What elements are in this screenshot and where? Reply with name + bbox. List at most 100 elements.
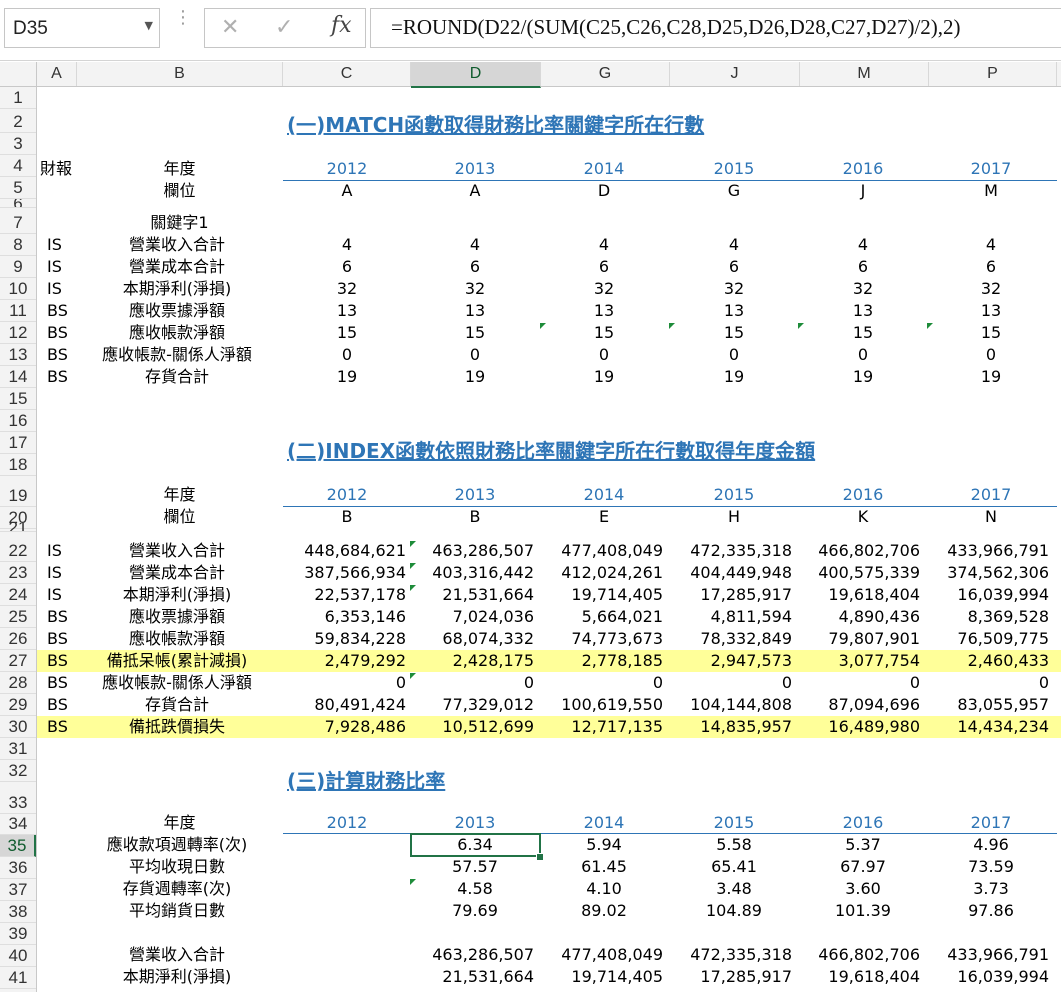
value-cell[interactable]: 6 <box>823 256 903 278</box>
report-type-cell[interactable]: BS <box>47 366 68 388</box>
ratio-name-cell[interactable]: 平均收現日數 <box>77 856 277 878</box>
amount-cell[interactable]: 403,316,442 <box>414 562 534 584</box>
item-name-cell[interactable]: 備抵呆帳(累計減損) <box>77 650 277 672</box>
value-cell[interactable]: 15 <box>435 322 515 344</box>
item-name-cell[interactable]: 存貨合計 <box>77 366 277 388</box>
report-type-cell[interactable]: BS <box>47 694 68 716</box>
error-indicator-icon[interactable] <box>669 323 675 329</box>
amount-cell[interactable]: 2,778,185 <box>543 650 663 672</box>
value-cell[interactable]: 32 <box>307 278 387 300</box>
row-header-21[interactable]: 21 <box>0 523 36 532</box>
ratio-value-cell[interactable]: 5.94 <box>564 834 644 856</box>
value-cell[interactable]: 0 <box>694 344 774 366</box>
row-header-33[interactable]: 33 <box>0 792 36 814</box>
spreadsheet-grid[interactable]: (一)MATCH函數取得財務比率關鍵字所在行數 財報 年度 欄位 2012 201… <box>37 87 1061 992</box>
row-header-22[interactable]: 22 <box>0 540 36 562</box>
year-cell[interactable]: 2014 <box>564 484 644 506</box>
row-header-10[interactable]: 10 <box>0 278 36 300</box>
amount-cell[interactable]: 0 <box>672 672 792 694</box>
amount-cell[interactable]: 80,491,424 <box>286 694 406 716</box>
report-type-cell[interactable]: IS <box>47 278 62 300</box>
amount-cell[interactable]: 0 <box>800 672 920 694</box>
value-cell[interactable]: 0 <box>564 344 644 366</box>
amount-cell[interactable]: 22,537,178 <box>286 584 406 606</box>
row-header-28[interactable]: 28 <box>0 672 36 694</box>
ratio-value-cell[interactable]: 67.97 <box>823 856 903 878</box>
ratio-name-cell[interactable]: 應收款項週轉率(次) <box>77 834 277 856</box>
amount-cell[interactable]: 87,094,696 <box>800 694 920 716</box>
item-name-cell[interactable]: 應收帳款-關係人淨額 <box>77 344 277 366</box>
year-cell[interactable]: 2012 <box>307 812 387 834</box>
item-name-cell[interactable]: 存貨合計 <box>77 694 277 716</box>
year-cell[interactable]: 2015 <box>694 484 774 506</box>
year-cell[interactable]: 2012 <box>307 158 387 180</box>
report-type-cell[interactable]: IS <box>47 562 62 584</box>
drag-handle-icon[interactable]: ⋮ <box>174 9 192 27</box>
value-cell[interactable]: 13 <box>435 300 515 322</box>
ratio-value-cell[interactable]: 79.69 <box>435 900 515 922</box>
row-header-16[interactable]: 16 <box>0 410 36 432</box>
row-header-24[interactable]: 24 <box>0 584 36 606</box>
amount-cell[interactable]: 83,055,957 <box>929 694 1049 716</box>
item-name-cell[interactable]: 營業成本合計 <box>77 256 277 278</box>
amount-cell[interactable]: 3,077,754 <box>800 650 920 672</box>
amount-cell[interactable]: 14,835,957 <box>672 716 792 738</box>
report-type-cell[interactable]: BS <box>47 650 68 672</box>
year-cell[interactable]: 2012 <box>307 484 387 506</box>
row-header-15[interactable]: 15 <box>0 388 36 410</box>
value-cell[interactable]: 19 <box>435 366 515 388</box>
amount-cell[interactable]: 448,684,621 <box>286 540 406 562</box>
amount-cell[interactable]: 100,619,550 <box>543 694 663 716</box>
amount-cell[interactable]: 16,039,994 <box>929 584 1049 606</box>
item-name-cell[interactable]: 本期淨利(淨損) <box>77 584 277 606</box>
item-name-cell[interactable]: 應收票據淨額 <box>77 300 277 322</box>
item-name-cell[interactable]: 營業成本合計 <box>77 562 277 584</box>
col-header-c[interactable]: C <box>283 62 411 86</box>
row-header-26[interactable]: 26 <box>0 628 36 650</box>
year-cell[interactable]: 2015 <box>694 158 774 180</box>
amount-cell[interactable]: 2,479,292 <box>286 650 406 672</box>
amount-cell[interactable]: 8,369,528 <box>929 606 1049 628</box>
year-cell[interactable]: 2017 <box>951 158 1031 180</box>
ratio-value-cell[interactable]: 5.58 <box>694 834 774 856</box>
error-indicator-icon[interactable] <box>927 323 933 329</box>
amount-cell[interactable]: 4,890,436 <box>800 606 920 628</box>
amount-cell[interactable]: 19,714,405 <box>543 966 663 988</box>
ratio-value-cell[interactable]: 73.59 <box>951 856 1031 878</box>
col-header-g[interactable]: G <box>541 62 670 86</box>
year-cell[interactable]: 2013 <box>435 158 515 180</box>
amount-cell[interactable]: 472,335,318 <box>672 944 792 966</box>
value-cell[interactable]: 4 <box>694 234 774 256</box>
error-indicator-icon[interactable] <box>410 879 416 885</box>
value-cell[interactable]: 19 <box>951 366 1031 388</box>
report-type-cell[interactable]: IS <box>47 540 62 562</box>
report-type-cell[interactable]: BS <box>47 606 68 628</box>
value-cell[interactable]: 13 <box>564 300 644 322</box>
value-cell[interactable]: 32 <box>435 278 515 300</box>
col-header-j[interactable]: J <box>670 62 800 86</box>
value-cell[interactable]: 4 <box>435 234 515 256</box>
chevron-down-icon[interactable]: ▼ <box>145 19 153 32</box>
field-cell[interactable]: J <box>823 180 903 202</box>
item-name-cell[interactable]: 應收帳款淨額 <box>77 322 277 344</box>
amount-cell[interactable]: 104,144,808 <box>672 694 792 716</box>
value-cell[interactable]: 15 <box>823 322 903 344</box>
value-cell[interactable]: 32 <box>951 278 1031 300</box>
amount-cell[interactable]: 78,332,849 <box>672 628 792 650</box>
amount-cell[interactable]: 0 <box>414 672 534 694</box>
amount-cell[interactable]: 374,562,306 <box>929 562 1049 584</box>
row-header-23[interactable]: 23 <box>0 562 36 584</box>
amount-cell[interactable]: 2,947,573 <box>672 650 792 672</box>
row-header-7[interactable]: 7 <box>0 212 36 234</box>
year-cell[interactable]: 2016 <box>823 812 903 834</box>
amount-cell[interactable]: 19,714,405 <box>543 584 663 606</box>
ratio-value-cell[interactable]: 101.39 <box>823 900 903 922</box>
field-cell[interactable]: A <box>435 180 515 202</box>
year-cell[interactable]: 2016 <box>823 158 903 180</box>
amount-cell[interactable]: 17,285,917 <box>672 584 792 606</box>
col-header-d[interactable]: D <box>411 62 541 88</box>
ratio-value-cell[interactable]: 97.86 <box>951 900 1031 922</box>
amount-cell[interactable]: 21,531,664 <box>414 584 534 606</box>
row-header-41[interactable]: 41 <box>0 967 36 989</box>
report-type-cell[interactable]: BS <box>47 322 68 344</box>
